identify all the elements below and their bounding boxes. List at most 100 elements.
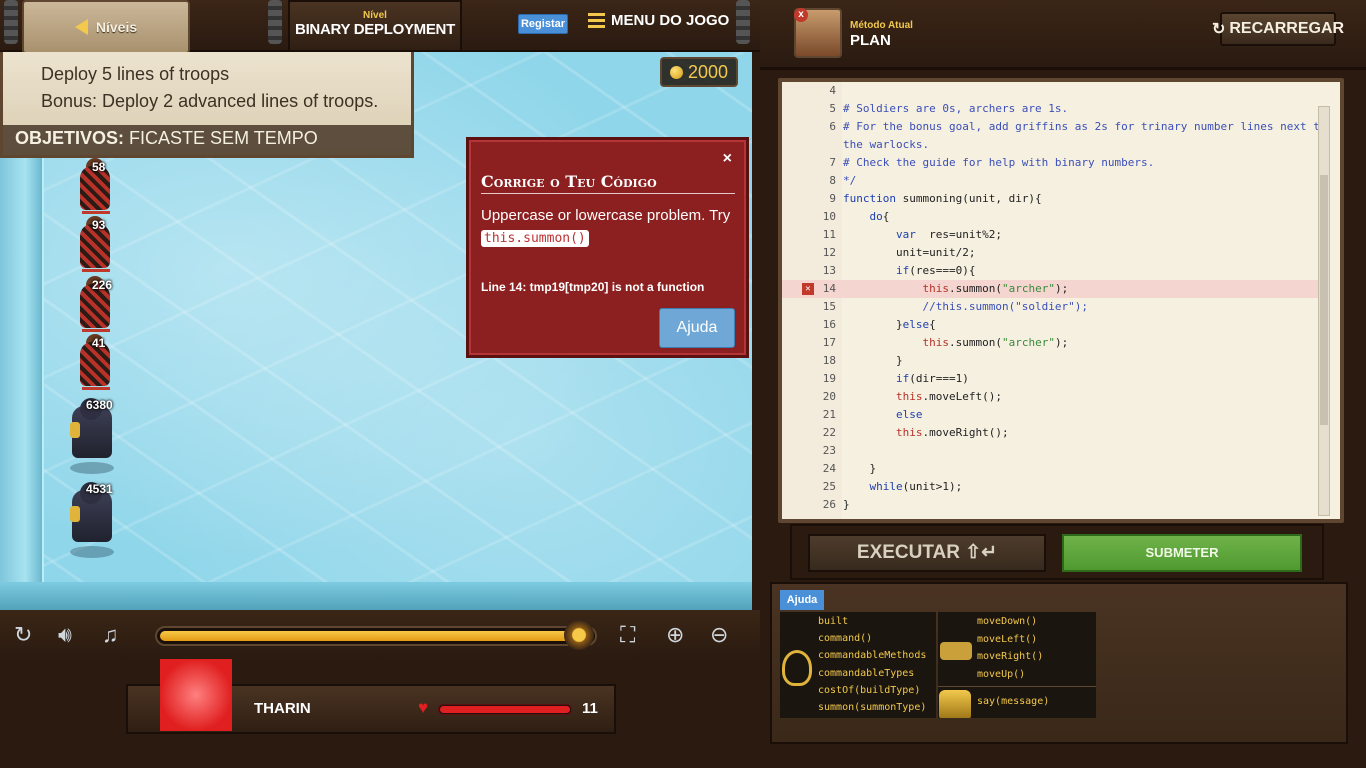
code-text: }: [843, 354, 903, 367]
unit-warlock[interactable]: 6380: [64, 396, 124, 474]
unit-warlock[interactable]: 4531: [64, 480, 124, 558]
reload-label: RECARREGAR: [1229, 20, 1345, 37]
code-line[interactable]: the warlocks.: [782, 136, 1330, 154]
code-line[interactable]: 4: [782, 82, 1330, 100]
zoom-out-icon[interactable]: ⊖: [710, 622, 728, 648]
unit-soldier[interactable]: 226: [70, 276, 130, 334]
game-menu-label: MENU DO JOGO: [611, 12, 730, 29]
code-line[interactable]: 12 unit=unit/2;: [782, 244, 1330, 262]
unit-armor: [70, 422, 80, 438]
palette-item[interactable]: costOf(buildType): [818, 685, 920, 696]
progress-scrubber[interactable]: [155, 620, 597, 650]
line-number: 8: [829, 174, 836, 187]
palette-item[interactable]: moveUp(): [977, 669, 1025, 680]
game-menu-button[interactable]: MENU DO JOGO: [588, 12, 729, 29]
line-number: 13: [822, 264, 836, 277]
helmet-icon: [939, 690, 971, 718]
gold-coin-icon: [669, 65, 683, 79]
register-button[interactable]: Registar: [518, 14, 568, 34]
code-text: var res=unit%2;: [895, 228, 1002, 241]
line-number: 11: [822, 228, 836, 241]
code-line-error[interactable]: 14 this.summon("archer");: [782, 280, 1330, 298]
unit-soldier[interactable]: 41: [70, 334, 130, 392]
code-line[interactable]: 13 if(res===0){: [782, 262, 1330, 280]
code-line[interactable]: 9 function summoning(unit, dir){: [782, 190, 1330, 208]
close-icon[interactable]: ×: [723, 150, 732, 168]
unit-health-label: 226: [92, 278, 113, 292]
help-tab[interactable]: Ajuda: [780, 590, 824, 610]
error-message-text: Uppercase or lowercase problem. Try: [481, 207, 731, 224]
palette-item[interactable]: moveLeft(): [977, 634, 1037, 645]
code-line[interactable]: 24 }: [782, 460, 1330, 478]
error-popup: × Corrige o Teu Código Uppercase or lowe…: [466, 137, 749, 358]
objectives-status-bar[interactable]: OBJETIVOS: FICASTE SEM TEMPO: [3, 125, 411, 155]
game-screen: 58 93 226 41 6380 4531 Níveis Nível BINA…: [0, 0, 1366, 768]
code-area[interactable]: 4 5 # Soldiers are 0s, archers are 1s. 6 # F…: [782, 82, 1340, 519]
line-number: 26: [822, 498, 836, 511]
line-number: 9: [829, 192, 836, 205]
unit-health-label: 93: [92, 218, 106, 232]
reload-button[interactable]: ↻ RECARREGAR: [1212, 12, 1344, 46]
editor-scrollbar[interactable]: [1318, 106, 1330, 516]
close-icon[interactable]: x: [794, 8, 808, 22]
line-number: 17: [822, 336, 836, 349]
code-line[interactable]: 7 # Check the guide for help with binary …: [782, 154, 1330, 172]
code-text: else: [895, 408, 923, 421]
palette-item[interactable]: say(message): [977, 696, 1049, 707]
progress-knob[interactable]: [564, 620, 595, 650]
chain-decoration: [268, 0, 282, 44]
error-message: Uppercase or lowercase problem. Try this…: [481, 205, 739, 250]
reload-icon: ↻: [1211, 21, 1226, 38]
code-line[interactable]: 19 if(dir===1): [782, 370, 1330, 388]
levels-label: Níveis: [95, 19, 138, 35]
volume-icon[interactable]: 🔊︎: [58, 622, 72, 648]
code-line[interactable]: 6 # For the bonus goal, add griffins as 2…: [782, 118, 1330, 136]
fullscreen-icon[interactable]: ⛶: [620, 622, 635, 648]
code-line[interactable]: 5 # Soldiers are 0s, archers are 1s.: [782, 100, 1330, 118]
unit-soldier[interactable]: 93: [70, 216, 130, 274]
code-line[interactable]: 11 var res=unit%2;: [782, 226, 1330, 244]
code-line[interactable]: 21 else: [782, 406, 1330, 424]
palette-item[interactable]: moveRight(): [977, 651, 1043, 662]
hero-portrait[interactable]: [160, 659, 232, 731]
code-line[interactable]: 22 this.moveRight();: [782, 424, 1330, 442]
code-text: }: [843, 498, 850, 511]
hero-name: THARIN: [254, 700, 311, 717]
run-button[interactable]: EXECUTAR ⇧↵: [808, 534, 1046, 572]
code-text: if(res===0){: [895, 264, 976, 277]
code-line[interactable]: 10 do{: [782, 208, 1330, 226]
palette-item[interactable]: summon(summonType): [818, 702, 926, 713]
code-line[interactable]: 25 while(unit>1);: [782, 478, 1330, 496]
scroll-thumb[interactable]: [1320, 175, 1328, 425]
code-line[interactable]: 17 this.summon("archer");: [782, 334, 1330, 352]
zoom-in-icon[interactable]: ⊕: [666, 622, 684, 648]
code-text: function summoning(unit, dir){: [843, 192, 1042, 205]
code-text: unit=unit/2;: [843, 246, 976, 259]
unit-soldier[interactable]: 58: [70, 158, 130, 216]
code-line[interactable]: 20 this.moveLeft();: [782, 388, 1330, 406]
code-line[interactable]: 18 }: [782, 352, 1330, 370]
palette-item[interactable]: commandableMethods: [818, 650, 926, 661]
submit-button[interactable]: SUBMETER: [1062, 534, 1302, 572]
code-line[interactable]: 23: [782, 442, 1330, 460]
palette-item[interactable]: built: [818, 616, 848, 627]
restart-icon[interactable]: ↻: [14, 622, 32, 648]
palette-item[interactable]: command(): [818, 633, 872, 644]
code-line[interactable]: 26}: [782, 496, 1330, 514]
line-number: 4: [829, 84, 836, 97]
code-line[interactable]: 16 }else{: [782, 316, 1330, 334]
ice-edge: [0, 582, 752, 612]
code-line[interactable]: 8 */: [782, 172, 1330, 190]
code-line[interactable]: 15 //this.summon("soldier");: [782, 298, 1330, 316]
palette-item[interactable]: moveDown(): [977, 616, 1037, 627]
palette-item[interactable]: commandableTypes: [818, 668, 914, 679]
help-button[interactable]: Ajuda: [659, 308, 735, 348]
unit-health-label: 4531: [86, 482, 113, 496]
code-editor[interactable]: 4 5 # Soldiers are 0s, archers are 1s. 6 # F…: [778, 78, 1344, 523]
code-text: # For the bonus goal, add griffins as 2s…: [843, 120, 1327, 133]
line-number: 16: [822, 318, 836, 331]
music-icon[interactable]: ♫: [102, 622, 119, 648]
levels-button[interactable]: Níveis: [22, 0, 190, 54]
objectives-prefix: OBJETIVOS:: [15, 128, 125, 148]
code-text: this.moveLeft();: [895, 390, 1002, 403]
